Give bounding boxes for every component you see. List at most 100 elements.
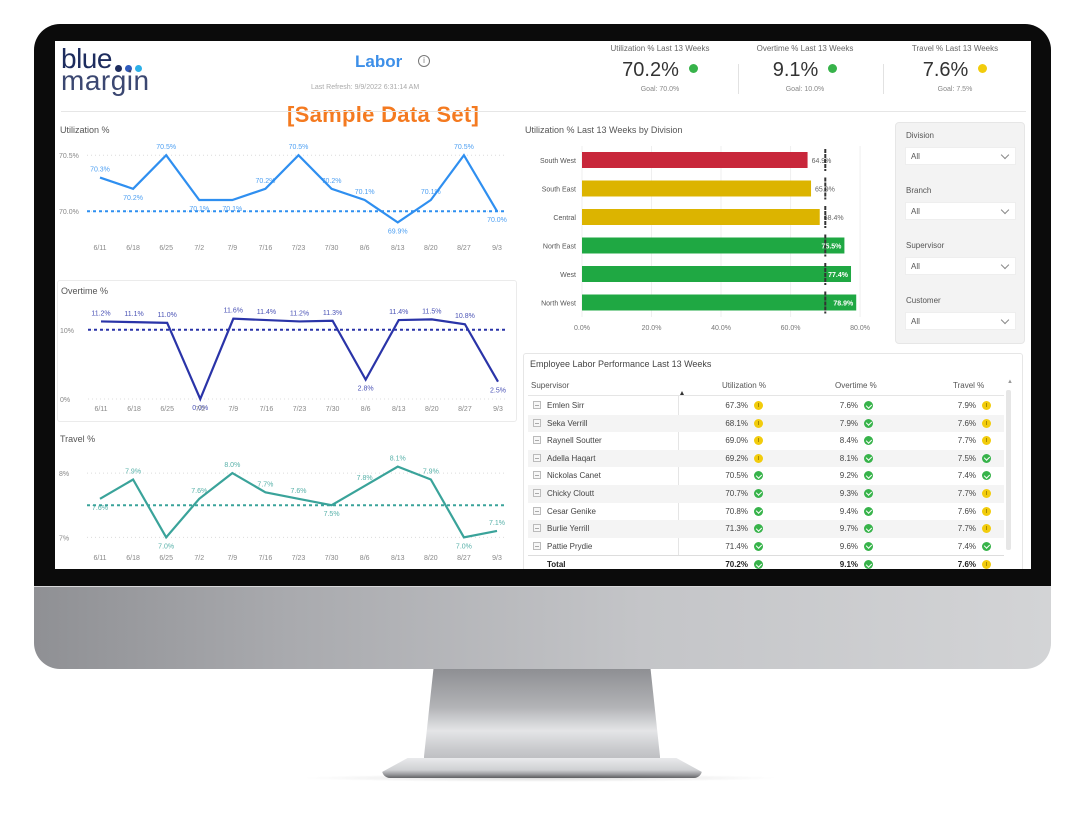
x-tick-label: 40.0% [711, 325, 731, 332]
category-label: West [560, 272, 576, 279]
division-dropdown[interactable]: All [905, 147, 1016, 165]
table-total-row[interactable]: Total 70.2% 9.1% 7.6% [528, 555, 1004, 569]
data-label: 7.1% [489, 520, 505, 527]
column-header-utilization[interactable]: Utilization % [722, 381, 766, 390]
expand-icon[interactable] [533, 453, 541, 462]
overtime-value: 9.7% [839, 524, 858, 534]
table-row[interactable]: Raynell Soutter 69.0% 8.4% 7.7% [528, 432, 1004, 450]
last-refresh-text: Last Refresh: 9/9/2022 6:31:14 AM [311, 84, 420, 91]
data-label: 64.9% [812, 158, 832, 165]
table-scrollbar[interactable] [1006, 390, 1011, 550]
dropdown-value: All [911, 207, 920, 216]
table-row[interactable]: Pattie Prydie 71.4% 9.6% 7.4% [528, 538, 1004, 556]
table-row[interactable]: Cesar Genike 70.8% 9.4% 7.6% [528, 503, 1004, 521]
category-label: North East [543, 244, 576, 251]
data-label: 69.9% [388, 228, 408, 235]
x-tick-label: 7/23 [293, 406, 307, 413]
table-row[interactable]: Emlen Sirr 67.3% 7.6% 7.9% [528, 397, 1004, 415]
expand-icon[interactable] [533, 401, 541, 409]
kpi-value-text: 70.2% [622, 59, 679, 81]
data-label: 11.0% [157, 312, 176, 319]
overtime-value: 7.6% [839, 401, 858, 410]
status-warning-icon [982, 524, 991, 534]
data-label: 7.0% [456, 543, 472, 550]
kpi-divider [883, 64, 884, 94]
kpi-label: Overtime % Last 13 Weeks [756, 44, 854, 53]
travel-line-chart: 7% 8% 7.6% 6/11 7.9% 6/18 7.0% 6/25 7.6% 7/2 8.0% 7… [59, 456, 507, 562]
data-label: 70.2% [123, 195, 143, 202]
table-row[interactable]: Burlie Yerrill 71.3% 9.7% 7.7% [528, 520, 1004, 538]
chevron-down-icon [1000, 205, 1010, 215]
overtime-value: 9.6% [839, 541, 858, 551]
table-row[interactable]: Seka Verrill 68.1% 7.9% 7.6% [528, 414, 1004, 433]
kpi-label: Travel % Last 13 Weeks [911, 44, 999, 53]
bar-west [582, 266, 852, 282]
x-tick-label: 9/3 [493, 406, 503, 413]
kpi-utilization: Utilization % Last 13 Weeks 70.2% Goal: … [590, 44, 730, 93]
data-label: 7.6% [92, 505, 108, 512]
bar-north-west [582, 294, 857, 311]
utilization-value: 69.2% [725, 453, 748, 463]
supervisor-dropdown[interactable]: All [905, 257, 1016, 275]
data-label: 77.4% [828, 272, 849, 279]
supervisor-name: Chicky Cloutt [547, 488, 595, 498]
status-warning-icon [754, 436, 763, 446]
data-label: 70.1% [189, 206, 209, 213]
scroll-up-arrow-icon[interactable]: ▲ [1007, 379, 1013, 385]
customer-dropdown[interactable]: All [905, 312, 1016, 330]
expand-icon[interactable] [533, 471, 541, 480]
x-tick-label: 60.0% [781, 325, 801, 332]
table-row[interactable]: Chicky Cloutt 70.7% 9.3% 7.7% [528, 484, 1004, 503]
chevron-down-icon [1000, 260, 1010, 270]
x-tick-label: 7/30 [325, 245, 339, 252]
column-header-overtime[interactable]: Overtime % [835, 381, 877, 390]
x-tick-label: 8/6 [360, 245, 370, 252]
x-tick-label: 6/25 [160, 406, 174, 413]
utilization-value: 70.2% [725, 560, 748, 569]
y-tick-label: 8% [59, 471, 69, 478]
bar-south-east [582, 180, 812, 197]
x-tick-label: 80.0% [850, 325, 870, 332]
status-check-icon [688, 64, 698, 73]
data-label: 70.1% [355, 189, 375, 196]
data-label: 11.5% [422, 308, 441, 315]
data-label: 68.4% [824, 215, 844, 222]
table-row[interactable]: Nickolas Canet 70.5% 9.2% 7.4% [528, 467, 1004, 485]
utilization-value: 70.7% [725, 488, 748, 498]
data-label: 78.9% [833, 301, 854, 308]
status-check-icon [864, 488, 873, 498]
expand-icon[interactable] [533, 506, 541, 515]
expand-icon[interactable] [533, 418, 541, 427]
dashboard-screen: blue margin Labor i Last Refresh: 9/9/20… [55, 41, 1031, 569]
column-header-supervisor[interactable]: Supervisor [531, 381, 569, 390]
expand-icon[interactable] [533, 524, 541, 533]
travel-value: 7.6% [957, 506, 976, 516]
data-label: 70.2% [322, 178, 342, 185]
branch-dropdown[interactable]: All [905, 202, 1016, 220]
supervisor-name: Adella Haqart [547, 453, 596, 463]
table-row[interactable]: Adella Haqart 69.2% 8.1% 7.5% [528, 449, 1004, 468]
status-check-icon [754, 541, 763, 551]
x-tick-label: 7/23 [292, 555, 306, 562]
table-title: Employee Labor Performance Last 13 Weeks [530, 359, 712, 369]
data-label: 11.6% [224, 308, 243, 315]
utilization-value: 71.4% [725, 541, 748, 551]
column-header-travel[interactable]: Travel % [953, 381, 984, 390]
table-header: Supervisor Utilization % Overtime % Trav… [528, 378, 1004, 396]
sort-ascending-icon[interactable] [680, 391, 684, 395]
category-label: North West [541, 301, 576, 308]
logo-text-margin: margin [61, 65, 150, 96]
data-label: 2.5% [490, 388, 506, 395]
expand-icon[interactable] [533, 488, 541, 497]
header-divider [61, 111, 1026, 112]
kpi-goal: Goal: 7.5% [937, 86, 973, 93]
expand-icon[interactable] [533, 436, 541, 445]
info-circle-icon[interactable]: i [418, 55, 430, 67]
data-label: 70.5% [156, 144, 176, 151]
division-chart-panel: Utilization % Last 13 Weeks by Division … [523, 120, 893, 345]
data-label: 11.4% [389, 309, 408, 316]
x-tick-label: 6/11 [93, 245, 106, 252]
bar-north-east [582, 237, 845, 254]
expand-icon[interactable] [533, 541, 541, 550]
status-check-icon [828, 64, 838, 73]
